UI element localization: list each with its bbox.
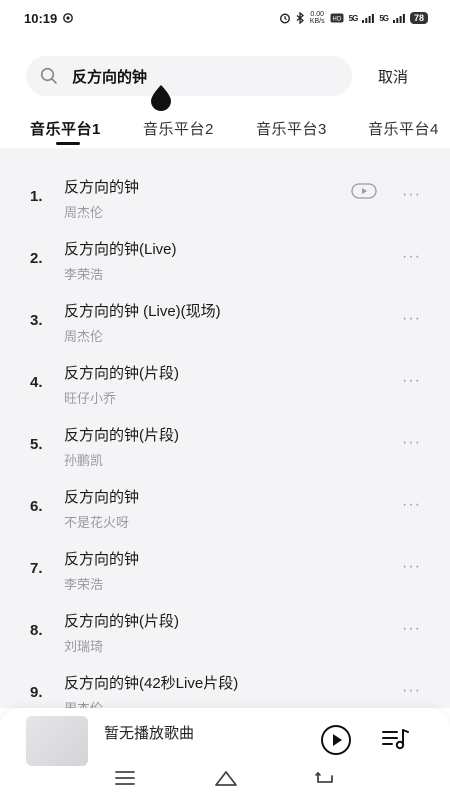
network-speed-value: 0.00 (310, 11, 325, 18)
song-number: 7. (30, 560, 43, 577)
song-title: 反方向的钟 (64, 551, 140, 568)
more-options-icon[interactable]: ··· (402, 434, 421, 452)
list-item[interactable]: 8. 反方向的钟(片段) 刘瑞琦 ··· (0, 600, 450, 662)
text-cursor-handle[interactable] (148, 84, 174, 112)
song-artist: 孙鹏凯 (64, 453, 104, 468)
more-options-icon[interactable]: ··· (402, 496, 421, 514)
signal-1-icon (362, 14, 375, 23)
song-artist: 李荣浩 (64, 267, 104, 282)
now-playing-text: 暂无播放歌曲 (104, 725, 195, 742)
list-item[interactable]: 2. 反方向的钟(Live) 李荣浩 ··· (0, 228, 450, 290)
more-options-icon[interactable]: ··· (402, 558, 421, 576)
song-number: 3. (30, 312, 43, 329)
signal-2-icon (392, 14, 405, 23)
song-artist: 不是花火呀 (64, 515, 130, 530)
status-left: 10:19 (24, 10, 74, 26)
tab-platform-4[interactable]: 音乐平台4 (368, 118, 439, 139)
song-title: 反方向的钟 (Live)(现场) (64, 303, 221, 320)
search-query: 反方向的钟 (72, 68, 148, 86)
platform-tabs: 音乐平台1 音乐平台2 音乐平台3 音乐平台4 (0, 112, 450, 148)
play-button[interactable] (320, 724, 352, 756)
list-item[interactable]: 5. 反方向的钟(片段) 孙鹏凯 ··· (0, 414, 450, 476)
signal-1-label: 5G (348, 13, 359, 23)
status-time: 10:19 (24, 10, 58, 26)
song-artist: 周杰伦 (64, 205, 104, 220)
battery-icon: 78 (409, 12, 428, 24)
list-item[interactable]: 4. 反方向的钟(片段) 旺仔小乔 ··· (0, 352, 450, 414)
search-icon (40, 67, 57, 84)
menu-icon[interactable] (114, 768, 136, 788)
more-options-icon[interactable]: ··· (402, 620, 421, 638)
search-input[interactable]: 反方向的钟 (26, 56, 352, 96)
system-nav-bar (0, 762, 450, 796)
song-artist: 旺仔小乔 (64, 391, 117, 406)
song-number: 1. (30, 188, 43, 205)
active-tab-indicator (56, 142, 80, 145)
more-options-icon[interactable]: ··· (402, 186, 421, 204)
tab-platform-3[interactable]: 音乐平台3 (256, 118, 327, 139)
song-title: 反方向的钟 (64, 179, 140, 196)
song-title: 反方向的钟(42秒Live片段) (64, 675, 239, 692)
list-item[interactable]: 7. 反方向的钟 李荣浩 ··· (0, 538, 450, 600)
more-options-icon[interactable]: ··· (402, 372, 421, 390)
song-title: 反方向的钟(Live) (64, 241, 177, 258)
more-options-icon[interactable]: ··· (402, 248, 421, 266)
list-item[interactable]: 1. 反方向的钟 周杰伦 ··· (0, 166, 450, 228)
network-speed-unit: KB/s (309, 18, 325, 25)
song-number: 6. (30, 498, 43, 515)
alarm-icon (279, 13, 290, 24)
tab-platform-1[interactable]: 音乐平台1 (30, 118, 101, 139)
song-list[interactable]: 1. 反方向的钟 周杰伦 ··· 2. 反方向的钟(Live) 李荣浩 ··· … (0, 148, 450, 708)
list-item[interactable]: 6. 反方向的钟 不是花火呀 ··· (0, 476, 450, 538)
hd-icon: HD (330, 13, 344, 23)
tab-platform-2[interactable]: 音乐平台2 (143, 118, 214, 139)
status-bar: 10:19 0.00 KB/s HD 5G 5G 78 (0, 0, 450, 36)
network-speed: 0.00 KB/s (310, 11, 325, 25)
song-title: 反方向的钟 (64, 489, 140, 506)
more-options-icon[interactable]: ··· (402, 682, 421, 700)
bluetooth-icon (296, 12, 304, 24)
song-number: 8. (30, 622, 43, 639)
list-item[interactable]: 9. 反方向的钟(42秒Live片段) 周杰伦 ··· (0, 662, 450, 708)
song-number: 9. (30, 684, 43, 701)
mv-play-icon[interactable] (351, 182, 377, 200)
back-icon[interactable] (314, 768, 336, 788)
album-cover[interactable] (26, 716, 88, 766)
list-item[interactable]: 3. 反方向的钟 (Live)(现场) 周杰伦 ··· (0, 290, 450, 352)
song-artist: 刘瑞琦 (64, 639, 104, 654)
song-title: 反方向的钟(片段) (64, 365, 179, 382)
signal-2-label: 5G (379, 13, 389, 23)
search-row: 反方向的钟 取消 (26, 56, 436, 96)
playlist-queue-button[interactable] (381, 726, 411, 752)
song-artist: 周杰伦 (64, 698, 103, 708)
song-title: 反方向的钟(片段) (64, 613, 179, 630)
more-options-icon[interactable]: ··· (402, 310, 421, 328)
song-artist: 李荣浩 (64, 577, 104, 592)
notification-icon (63, 13, 74, 23)
svg-text:HD: HD (332, 16, 342, 23)
cancel-button[interactable]: 取消 (378, 66, 408, 87)
home-icon[interactable] (213, 768, 239, 788)
song-title: 反方向的钟(片段) (64, 427, 179, 444)
song-number: 4. (30, 374, 43, 391)
song-artist: 周杰伦 (64, 329, 104, 344)
song-number: 2. (30, 250, 43, 267)
status-right: 0.00 KB/s HD 5G 5G 78 (279, 11, 428, 25)
song-number: 5. (30, 436, 43, 453)
